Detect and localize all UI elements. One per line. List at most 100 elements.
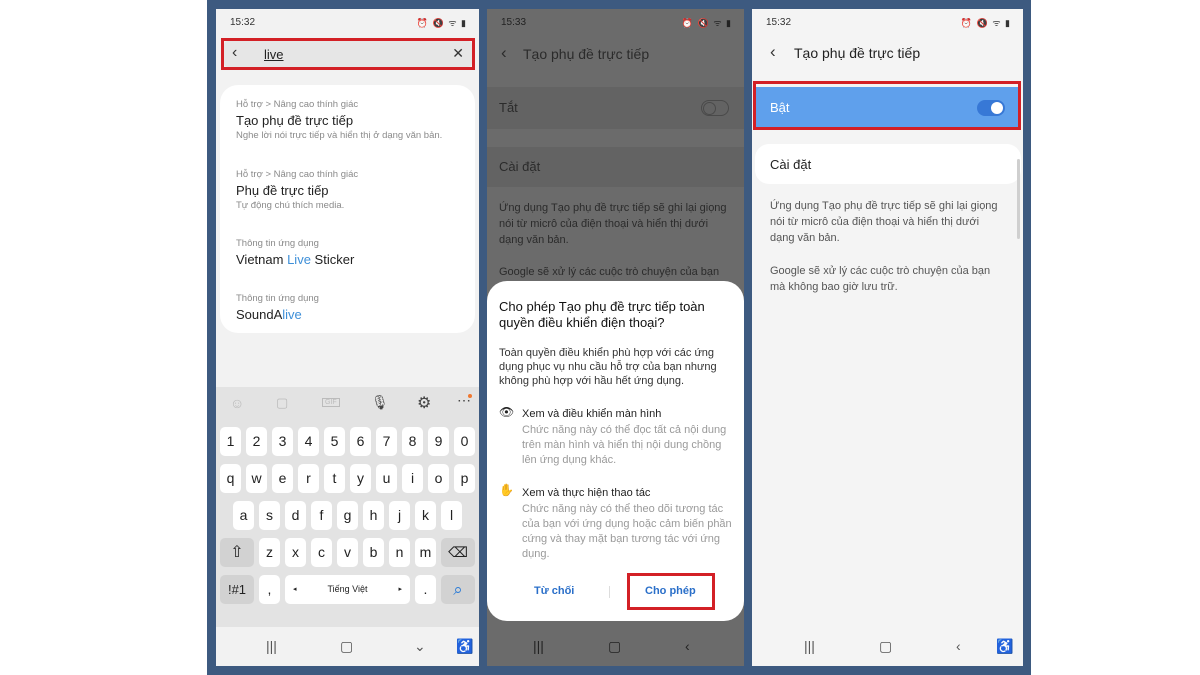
status-icons: ⏰ 🔇 ᯤ ▮ xyxy=(416,18,467,28)
permission2-title: Xem và thực hiện thao tác xyxy=(522,487,651,499)
key[interactable]: c xyxy=(311,538,332,567)
key[interactable]: u xyxy=(376,464,397,493)
space-key[interactable]: ◂ Tiếng Việt ▸ xyxy=(285,575,410,604)
key[interactable]: h xyxy=(363,501,384,530)
key[interactable]: y xyxy=(350,464,371,493)
key[interactable]: o xyxy=(428,464,449,493)
result-category: Hỗ trợ > Nâng cao thính giác xyxy=(236,99,359,110)
dialog-title: Cho phép Tạo phụ đề trực tiếp toàn quyền… xyxy=(499,299,705,330)
key[interactable]: 2 xyxy=(246,427,267,456)
key[interactable]: d xyxy=(285,501,306,530)
settings-label: Cài đặt xyxy=(770,157,812,172)
dialog-body: Toàn quyền điều khiển phù hợp với các ứn… xyxy=(499,347,717,387)
status-icons: ⏰ 🔇 ᯤ ▮ xyxy=(960,18,1011,28)
key[interactable]: g xyxy=(337,501,358,530)
comma-key[interactable]: , xyxy=(259,575,280,604)
key[interactable]: 5 xyxy=(324,427,345,456)
key[interactable]: z xyxy=(259,538,280,567)
recent-apps-icon[interactable]: ||| xyxy=(804,638,815,654)
recent-apps-icon[interactable]: ||| xyxy=(533,638,544,654)
sticker-icon[interactable]: ▢ xyxy=(276,395,288,411)
key[interactable]: b xyxy=(363,538,384,567)
back-arrow-icon[interactable]: ‹ xyxy=(770,42,776,62)
key[interactable]: n xyxy=(389,538,410,567)
settings-row[interactable]: Cài đặt xyxy=(755,144,1021,184)
key[interactable]: l xyxy=(441,501,462,530)
key[interactable]: v xyxy=(337,538,358,567)
permission2-desc: Chức năng này có thể theo dõi tương tác … xyxy=(522,503,732,560)
key[interactable]: p xyxy=(454,464,475,493)
navigation-bar: ||| ▢ ‹ xyxy=(487,628,744,666)
button-divider xyxy=(609,586,610,598)
key[interactable]: q xyxy=(220,464,241,493)
key[interactable]: k xyxy=(415,501,436,530)
toggle-label: Tắt xyxy=(499,100,518,115)
period-key[interactable]: . xyxy=(415,575,436,604)
page-title: Tạo phụ đề trực tiếp xyxy=(794,45,921,61)
accessibility-icon[interactable]: ♿ xyxy=(456,638,473,655)
deny-button[interactable]: Từ chối xyxy=(534,585,574,597)
right-arrow-icon: ▸ xyxy=(398,586,402,593)
highlight-box xyxy=(753,81,1021,130)
status-time: 15:32 xyxy=(766,17,792,28)
page-title: Tạo phụ đề trực tiếp xyxy=(523,46,650,62)
gif-icon[interactable]: GIF xyxy=(322,398,340,407)
keyboard: ☺ ▢ GIF 🎙 ⚙ ⋯ 1 2 3 4 5 6 7 8 9 0 q w e … xyxy=(216,387,479,627)
key[interactable]: e xyxy=(272,464,293,493)
phone-screen-permission: 15:33 ⏰ 🔇 ᯤ ▮ ‹ Tạo phụ đề trực tiếp Tắt… xyxy=(487,9,744,666)
key[interactable]: w xyxy=(246,464,267,493)
status-time: 15:33 xyxy=(501,17,527,28)
toggle-row[interactable]: Tắt xyxy=(487,87,744,129)
result-category: Hỗ trợ > Nâng cao thính giác xyxy=(236,169,359,180)
microphone-icon[interactable]: 🎙 xyxy=(371,394,389,411)
key[interactable]: 8 xyxy=(402,427,423,456)
description-text: Ứng dụng Tạo phụ đề trực tiếp sẽ ghi lại… xyxy=(770,200,998,244)
key[interactable]: r xyxy=(298,464,319,493)
back-icon[interactable]: ‹ xyxy=(685,638,690,654)
scrollbar[interactable] xyxy=(1017,159,1020,239)
phone-screen-enabled: 15:32 ⏰ 🔇 ᯤ ▮ ‹ Tạo phụ đề trực tiếp Bật… xyxy=(752,9,1023,666)
key[interactable]: m xyxy=(415,538,436,567)
result-description: Nghe lời nói trực tiếp và hiển thị ở dạn… xyxy=(236,130,443,141)
key[interactable]: 4 xyxy=(298,427,319,456)
settings-row[interactable]: Cài đặt xyxy=(487,147,744,187)
toggle-switch[interactable] xyxy=(701,100,729,116)
recent-apps-icon[interactable]: ||| xyxy=(266,638,277,654)
key[interactable]: t xyxy=(324,464,345,493)
accessibility-icon[interactable]: ♿ xyxy=(996,638,1013,655)
key[interactable]: x xyxy=(285,538,306,567)
symbols-key[interactable]: !#1 xyxy=(220,575,254,604)
search-key-icon[interactable]: ⌕ xyxy=(441,575,475,604)
status-bar: 15:33 ⏰ 🔇 ᯤ ▮ xyxy=(487,9,744,35)
key[interactable]: s xyxy=(259,501,280,530)
key[interactable]: 0 xyxy=(454,427,475,456)
key[interactable]: 1 xyxy=(220,427,241,456)
backspace-key-icon[interactable]: ⌫ xyxy=(441,538,475,567)
emoji-icon[interactable]: ☺ xyxy=(230,395,244,411)
key[interactable]: 9 xyxy=(428,427,449,456)
key[interactable]: 3 xyxy=(272,427,293,456)
settings-gear-icon[interactable]: ⚙ xyxy=(417,393,431,413)
key[interactable]: a xyxy=(233,501,254,530)
hide-keyboard-icon[interactable]: ⌄ xyxy=(414,638,426,655)
result-category: Thông tin ứng dụng xyxy=(236,293,319,304)
result-title: SoundAlive xyxy=(236,307,302,322)
status-icons: ⏰ 🔇 ᯤ ▮ xyxy=(681,18,732,28)
highlight-box xyxy=(627,573,715,610)
key[interactable]: j xyxy=(389,501,410,530)
result-description: Tự động chú thích media. xyxy=(236,200,345,211)
permission1-title: Xem và điều khiển màn hình xyxy=(522,408,662,420)
home-icon[interactable]: ▢ xyxy=(608,638,621,655)
result-category: Thông tin ứng dụng xyxy=(236,238,319,249)
hand-icon: ✋ xyxy=(499,483,514,497)
home-icon[interactable]: ▢ xyxy=(340,638,353,655)
back-arrow-icon[interactable]: ‹ xyxy=(501,43,507,63)
back-icon[interactable]: ‹ xyxy=(956,638,961,654)
google-note: Google sẽ xử lý các cuộc trò chuyện của … xyxy=(770,265,991,293)
key[interactable]: f xyxy=(311,501,332,530)
shift-key-icon[interactable]: ⇧ xyxy=(220,538,254,567)
key[interactable]: i xyxy=(402,464,423,493)
key[interactable]: 6 xyxy=(350,427,371,456)
key[interactable]: 7 xyxy=(376,427,397,456)
home-icon[interactable]: ▢ xyxy=(879,638,892,655)
